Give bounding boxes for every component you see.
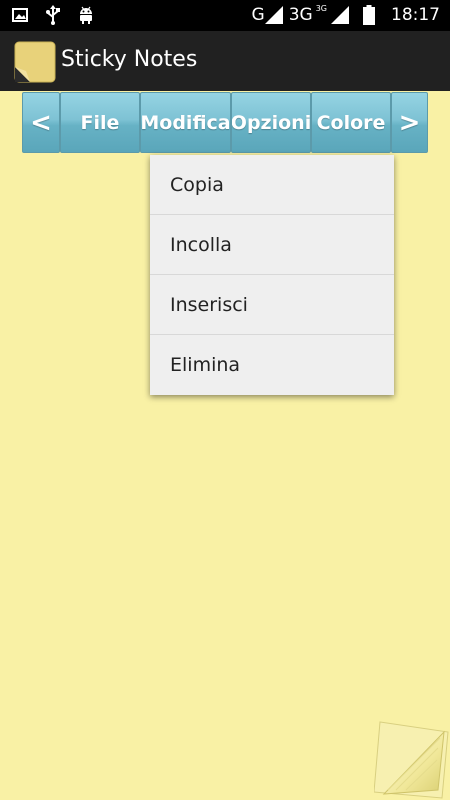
menu-item-elimina[interactable]: Elimina [150,335,394,395]
status-right-icons: G 3G 3G 18:17 [252,3,440,27]
menu-toolbar: < File Modifica Opzioni Colore > [0,91,450,155]
signal-icon [264,6,283,24]
menu-item-inserisci[interactable]: Inserisci [150,275,394,335]
colore-menu-button[interactable]: Colore [311,92,391,153]
screen: G 3G 3G 18:17 Sticky Notes < File Modifi… [0,0,450,800]
clock: 18:17 [391,5,440,25]
modifica-dropdown-menu: Copia Incolla Inserisci Elimina [150,155,394,395]
network-type-label: G [251,5,265,25]
modifica-menu-button[interactable]: Modifica [140,92,231,153]
app-title: Sticky Notes [61,47,198,72]
page-curl-icon[interactable] [374,720,450,800]
sticky-note-icon[interactable] [14,41,56,83]
android-icon [80,6,92,24]
menu-item-incolla[interactable]: Incolla [150,215,394,275]
network-type-label-2: 3G [288,5,313,25]
battery-icon [363,5,375,25]
network-type-superscript: 3G [315,3,327,13]
signal-icon [331,6,349,24]
status-left-icons [12,5,94,25]
menu-item-copia[interactable]: Copia [150,155,394,215]
next-button[interactable]: > [391,92,428,153]
file-menu-button[interactable]: File [60,92,140,153]
status-bar: G 3G 3G 18:17 [0,0,450,31]
opzioni-menu-button[interactable]: Opzioni [231,92,311,153]
usb-icon [46,5,60,25]
image-icon [12,8,28,22]
action-bar: Sticky Notes [0,31,450,91]
prev-button[interactable]: < [22,92,60,153]
